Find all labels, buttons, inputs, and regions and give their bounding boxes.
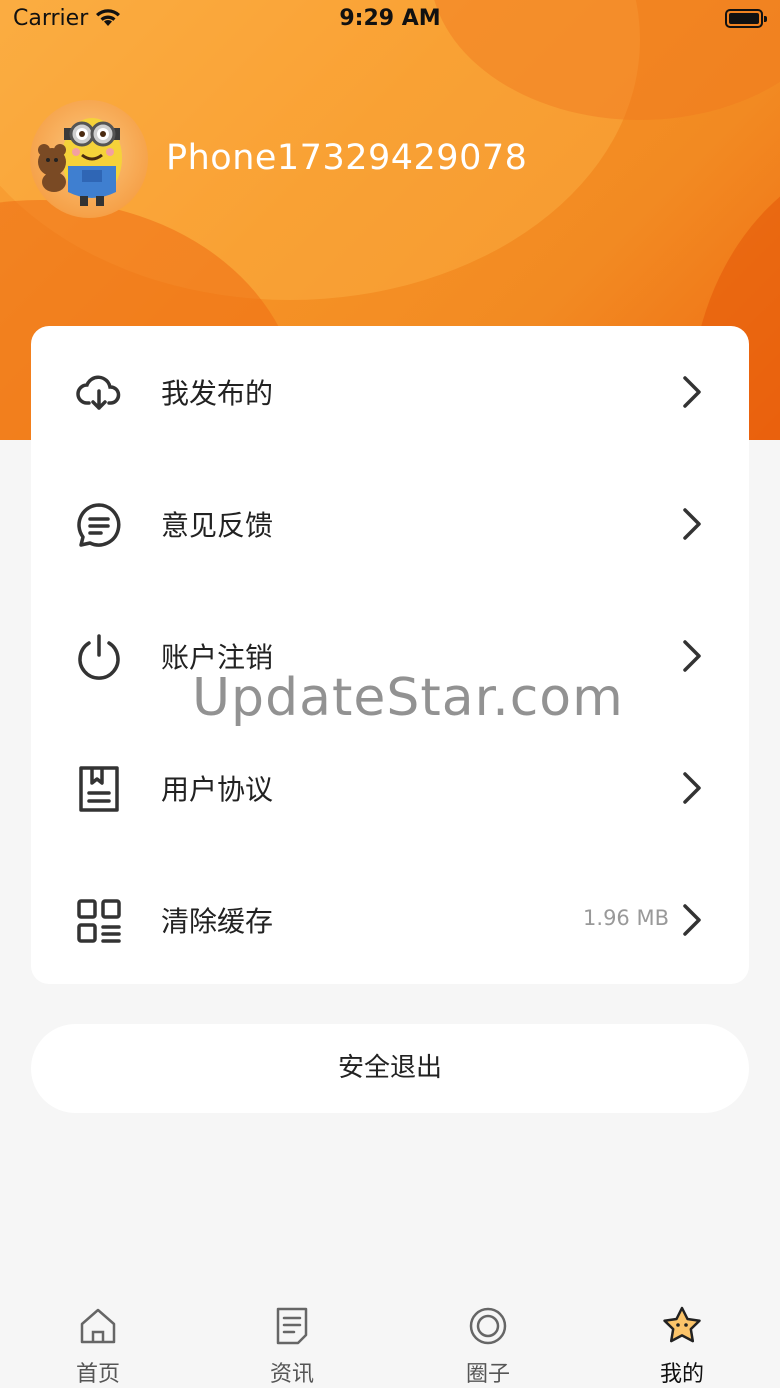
circle-icon — [469, 1307, 507, 1345]
username[interactable]: Phone17329429078 — [166, 138, 527, 178]
menu-item-label: 清除缓存 — [161, 905, 274, 938]
tab-circle[interactable]: 圈子 — [428, 1290, 548, 1387]
menu-item-label: 用户协议 — [161, 773, 274, 806]
logout-button[interactable]: 安全退出 — [31, 1024, 749, 1113]
chevron-right-icon — [683, 376, 701, 408]
battery-icon — [725, 9, 767, 28]
tab-me[interactable]: 我的 — [622, 1290, 742, 1387]
chevron-right-icon — [683, 904, 701, 936]
home-icon — [80, 1308, 116, 1344]
chevron-right-icon — [683, 508, 701, 540]
tab-label: 我的 — [659, 1362, 704, 1387]
chat-bubble-icon — [77, 503, 121, 547]
menu-item-label: 我发布的 — [161, 377, 274, 410]
grid-list-icon — [77, 899, 121, 943]
avatar[interactable] — [30, 100, 148, 218]
clock: 9:29 AM — [339, 6, 441, 31]
minion-avatar-image — [38, 118, 122, 206]
tab-home[interactable]: 首页 — [38, 1290, 158, 1387]
menu-card: 我发布的 意见反馈 账户注销 用户协议 清除缓存 1.96 MB — [31, 326, 749, 984]
chevron-right-icon — [683, 640, 701, 672]
tab-label: 首页 — [75, 1362, 120, 1387]
chevron-right-icon — [683, 772, 701, 804]
menu-item-user-agreement[interactable]: 用户协议 — [31, 722, 749, 854]
menu-item-feedback[interactable]: 意见反馈 — [31, 458, 749, 590]
cache-size: 1.96 MB — [583, 906, 669, 930]
menu-item-clear-cache[interactable]: 清除缓存 1.96 MB — [31, 854, 749, 986]
tab-label: 圈子 — [465, 1362, 510, 1387]
tab-label: 资讯 — [269, 1362, 314, 1387]
status-bar: Carrier 9:29 AM — [0, 0, 780, 40]
cloud-download-icon — [76, 375, 121, 410]
tab-bar: 首页 资讯 圈子 我的 — [0, 1290, 780, 1387]
menu-item-label: 意见反馈 — [161, 509, 274, 542]
document-bookmark-icon — [79, 766, 119, 812]
power-icon — [78, 634, 120, 680]
menu-item-my-posts[interactable]: 我发布的 — [31, 326, 749, 458]
watermark: UpdateStar.com — [192, 668, 624, 728]
star-face-icon — [663, 1306, 701, 1343]
tab-news[interactable]: 资讯 — [232, 1290, 352, 1387]
news-icon — [276, 1307, 308, 1345]
